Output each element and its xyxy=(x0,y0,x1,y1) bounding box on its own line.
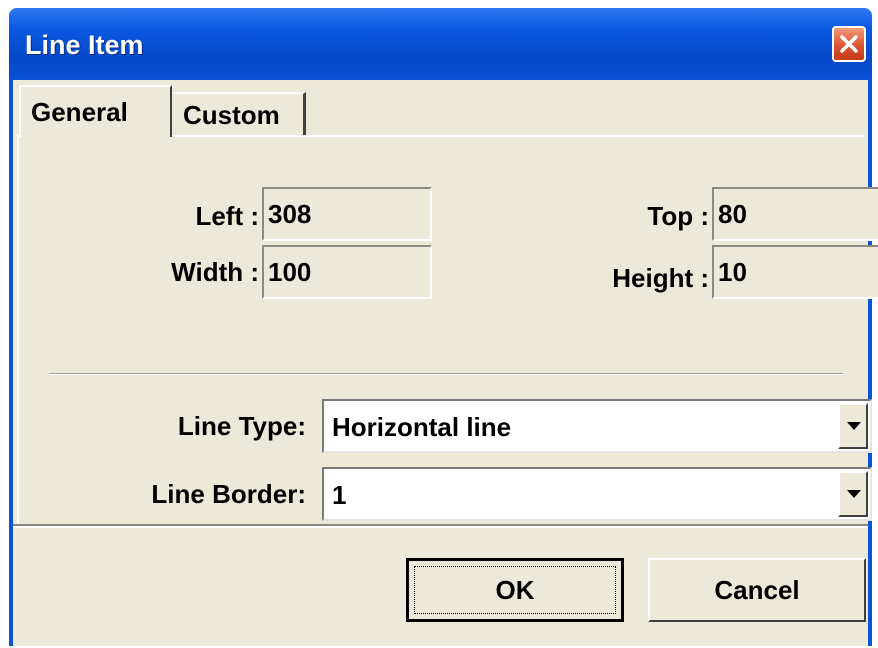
line-border-select[interactable]: 1 xyxy=(322,467,872,521)
line-type-dropdown-button[interactable] xyxy=(838,403,868,449)
left-field[interactable]: 308 xyxy=(262,187,432,241)
tab-general[interactable]: General xyxy=(19,85,172,137)
title-bar[interactable]: Line Item xyxy=(9,8,872,80)
dialog-body: General Custom Left : 308 Top : 80 Width… xyxy=(13,80,878,646)
left-label: Left : xyxy=(195,201,259,231)
ok-button[interactable]: OK xyxy=(406,558,624,622)
tab-custom[interactable]: Custom xyxy=(173,92,306,136)
footer-separator xyxy=(13,524,868,528)
close-icon xyxy=(840,35,858,53)
chevron-down-icon xyxy=(847,490,861,498)
line-border-dropdown-button[interactable] xyxy=(838,471,868,517)
line-type-select[interactable]: Horizontal line xyxy=(322,399,872,453)
line-type-value: Horizontal line xyxy=(332,412,512,442)
top-field[interactable]: 80 xyxy=(712,187,878,241)
line-type-label: Line Type: xyxy=(177,411,306,441)
window-title: Line Item xyxy=(25,30,144,60)
cancel-button[interactable]: Cancel xyxy=(648,558,866,622)
tab-panel-general: Left : 308 Top : 80 Width : 100 Height :… xyxy=(17,135,878,523)
width-label: Width : xyxy=(171,257,259,287)
height-label: Height : xyxy=(612,263,709,293)
width-field[interactable]: 100 xyxy=(262,245,432,299)
close-button[interactable] xyxy=(832,26,866,62)
line-border-label: Line Border: xyxy=(151,479,306,509)
separator xyxy=(49,373,843,375)
line-border-value: 1 xyxy=(332,480,347,510)
height-field[interactable]: 10 xyxy=(712,245,878,299)
line-item-dialog: Line Item General Custom Left : 308 Top … xyxy=(9,8,878,646)
chevron-down-icon xyxy=(847,422,861,430)
top-label: Top : xyxy=(647,201,709,231)
